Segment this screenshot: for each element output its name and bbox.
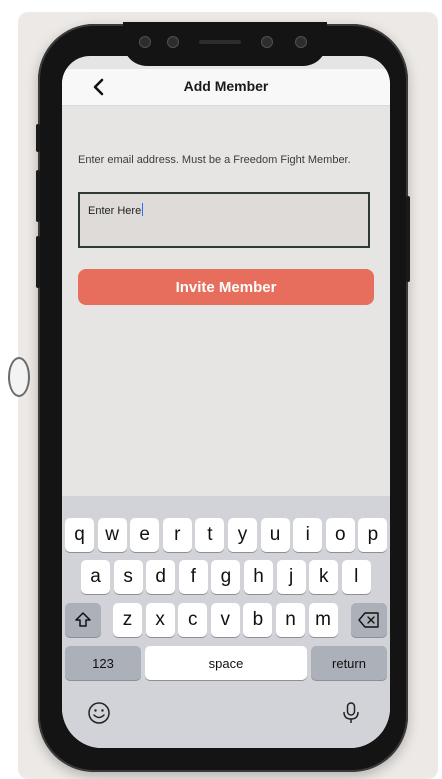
sensor-dot [261,36,273,48]
key-e[interactable]: e [130,518,160,552]
key-s[interactable]: s [113,560,143,594]
key-l[interactable]: l [341,560,371,594]
email-instruction: Enter email address. Must be a Freedom F… [78,154,351,166]
key-w[interactable]: w [97,518,127,552]
key-x[interactable]: x [145,603,175,637]
key-v[interactable]: v [210,603,240,637]
key-o[interactable]: o [325,518,355,552]
shift-icon [75,612,91,627]
phone-screen: Add Member Enter email address. Must be … [62,56,390,748]
onscreen-keyboard: qwertyuiop asdfghjkl zxcvbnm 123 space r… [62,496,390,748]
key-n[interactable]: n [276,603,305,637]
backspace-key[interactable] [351,603,387,637]
key-g[interactable]: g [211,560,241,594]
text-cursor [142,203,144,216]
key-t[interactable]: t [195,518,225,552]
speaker-grille [199,40,241,44]
phone-notch [123,22,327,66]
key-d[interactable]: d [146,560,176,594]
return-key[interactable]: return [311,646,387,680]
invite-member-button[interactable]: Invite Member [78,269,374,305]
phone-power-button [406,196,410,282]
page-title: Add Member [183,78,269,94]
key-j[interactable]: j [276,560,306,594]
carousel-edge-indicator[interactable] [8,357,30,397]
emoji-icon [88,702,110,724]
key-c[interactable]: c [178,603,208,637]
sensor-dot [167,36,179,48]
camera-dot [295,36,307,48]
shift-key[interactable] [65,603,101,637]
key-r[interactable]: r [162,518,192,552]
camera-dot [139,36,151,48]
key-f[interactable]: f [178,560,208,594]
emoji-button[interactable] [86,700,112,726]
key-m[interactable]: m [308,603,338,637]
key-u[interactable]: u [260,518,290,552]
key-z[interactable]: z [113,603,142,637]
key-p[interactable]: p [358,518,388,552]
phone-volume-up [36,170,40,222]
key-q[interactable]: q [65,518,94,552]
phone-side-button [36,124,40,152]
numbers-key[interactable]: 123 [65,646,141,680]
microphone-icon [343,702,359,723]
backspace-icon [358,612,379,628]
app-header: Add Member [62,69,390,106]
email-field-value: Enter Here [88,205,142,217]
key-y[interactable]: y [228,518,257,552]
email-field[interactable]: Enter Here [78,192,370,248]
space-key[interactable]: space [145,646,307,680]
key-k[interactable]: k [309,560,339,594]
microphone-button[interactable] [338,700,364,726]
key-i[interactable]: i [293,518,323,552]
key-b[interactable]: b [243,603,273,637]
key-a[interactable]: a [81,560,110,594]
phone-volume-down [36,236,40,288]
key-h[interactable]: h [244,560,273,594]
